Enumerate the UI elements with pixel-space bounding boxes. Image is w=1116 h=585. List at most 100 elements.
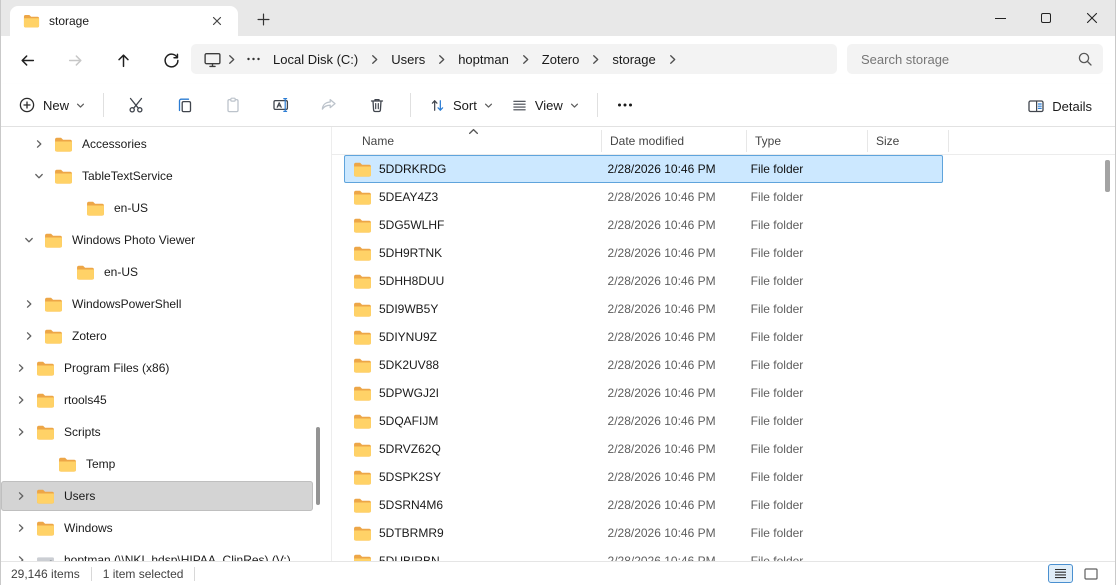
sidebar-item[interactable]: Scripts [1, 417, 313, 447]
chevron-down-icon[interactable] [24, 235, 34, 245]
chevron-right-icon[interactable] [24, 299, 34, 309]
tree-expand-chevron[interactable] [15, 490, 27, 502]
file-list-scrollbar-thumb[interactable] [1105, 160, 1110, 192]
tree-expand-chevron[interactable] [33, 170, 45, 182]
sidebar-item[interactable]: hoptman (\\NKI_hdsp\HIPAA_ClinRes) (V:) [1, 545, 313, 561]
sidebar-item[interactable]: Windows Photo Viewer [1, 225, 313, 255]
tree-expand-chevron[interactable] [15, 394, 27, 406]
back-button[interactable] [3, 44, 51, 76]
search-input[interactable] [861, 51, 1077, 67]
minimize-button[interactable] [977, 0, 1023, 36]
sidebar-item[interactable]: en-US [1, 257, 313, 287]
chevron-right-icon[interactable] [16, 363, 26, 373]
copy-button[interactable] [161, 88, 209, 122]
view-button[interactable]: View [502, 88, 588, 122]
tree-expand-chevron[interactable] [23, 298, 35, 310]
chevron-right-icon[interactable] [16, 427, 26, 437]
up-button[interactable] [99, 44, 147, 76]
breadcrumb-segment[interactable]: Zotero [535, 49, 587, 70]
file-row[interactable]: 5DSPK2SY 2/28/2026 10:46 PM File folder [344, 463, 943, 491]
sidebar-item[interactable]: Program Files (x86) [1, 353, 313, 383]
column-header-size[interactable]: Size [868, 129, 949, 152]
details-view-toggle[interactable] [1048, 564, 1073, 583]
tree-expand-chevron[interactable] [15, 362, 27, 374]
file-name-cell: 5DIYNU9Z [345, 330, 600, 345]
chevron-down-icon[interactable] [34, 171, 44, 181]
sidebar-item[interactable]: Windows [1, 513, 313, 543]
breadcrumb-chevron-icon[interactable] [226, 54, 237, 65]
sidebar-item[interactable]: TableTextService [1, 161, 313, 191]
file-row[interactable]: 5DH9RTNK 2/28/2026 10:46 PM File folder [344, 239, 943, 267]
sidebar-item[interactable]: en-US [1, 193, 313, 223]
tab-close-button[interactable] [206, 10, 228, 32]
chevron-right-icon[interactable] [16, 523, 26, 533]
file-row[interactable]: 5DUBIRBN 2/28/2026 10:46 PM File folder [344, 547, 943, 561]
sidebar-item[interactable]: Temp [1, 449, 313, 479]
chevron-right-icon[interactable] [24, 331, 34, 341]
tree-expand-chevron[interactable] [23, 234, 35, 246]
tree-expand-chevron[interactable] [15, 554, 27, 561]
file-row[interactable]: 5DRVZ62Q 2/28/2026 10:46 PM File folder [344, 435, 943, 463]
file-row[interactable]: 5DEAY4Z3 2/28/2026 10:46 PM File folder [344, 183, 943, 211]
folder-icon [354, 274, 371, 289]
chevron-right-icon[interactable] [16, 491, 26, 501]
file-name-cell: 5DUBIRBN [345, 554, 600, 561]
sidebar-item[interactable]: Zotero [1, 321, 313, 351]
paste-button[interactable] [209, 88, 257, 122]
file-row[interactable]: 5DG5WLHF 2/28/2026 10:46 PM File folder [344, 211, 943, 239]
sort-button[interactable]: Sort [420, 88, 502, 122]
file-row[interactable]: 5DIYNU9Z 2/28/2026 10:46 PM File folder [344, 323, 943, 351]
maximize-button[interactable] [1023, 0, 1069, 36]
breadcrumb-segment[interactable]: Users [384, 49, 432, 70]
tree-expand-chevron[interactable] [15, 426, 27, 438]
breadcrumb-segment[interactable]: Local Disk (C:) [266, 49, 365, 70]
close-window-button[interactable] [1069, 0, 1115, 36]
column-header-date-modified[interactable]: Date modified [602, 129, 747, 152]
breadcrumb-segment[interactable]: hoptman [451, 49, 516, 70]
sidebar-item[interactable]: Accessories [1, 129, 313, 159]
address-bar[interactable]: Local Disk (C:) Users hoptman Zotero storage [191, 44, 837, 74]
new-tab-button[interactable] [249, 7, 277, 31]
sidebar-item[interactable]: Users [1, 481, 313, 511]
more-options-button[interactable] [607, 88, 643, 122]
file-row[interactable]: 5DSRN4M6 2/28/2026 10:46 PM File folder [344, 491, 943, 519]
sidebar-scrollbar-thumb[interactable] [316, 427, 320, 505]
breadcrumb-chevron-icon[interactable] [520, 54, 531, 65]
delete-button[interactable] [353, 88, 401, 122]
refresh-button[interactable] [147, 44, 195, 76]
breadcrumb-chevron-icon[interactable] [667, 54, 678, 65]
icons-view-toggle[interactable] [1078, 564, 1103, 583]
column-header-type[interactable]: Type [747, 129, 868, 152]
tree-expand-chevron[interactable] [23, 330, 35, 342]
chevron-right-icon[interactable] [16, 395, 26, 405]
sidebar-item[interactable]: rtools45 [1, 385, 313, 415]
breadcrumb-segment[interactable]: storage [605, 49, 662, 70]
breadcrumb-chevron-icon[interactable] [436, 54, 447, 65]
file-row[interactable]: 5DQAFIJM 2/28/2026 10:46 PM File folder [344, 407, 943, 435]
chevron-right-icon[interactable] [34, 139, 44, 149]
sort-ascending-icon[interactable] [468, 128, 479, 135]
file-row[interactable]: 5DPWGJ2I 2/28/2026 10:46 PM File folder [344, 379, 943, 407]
file-row[interactable]: 5DDRKRDG 2/28/2026 10:46 PM File folder [344, 155, 943, 183]
tree-expand-chevron[interactable] [15, 522, 27, 534]
this-pc-monitor-icon[interactable] [203, 51, 222, 68]
breadcrumb-chevron-icon[interactable] [590, 54, 601, 65]
tree-expand-chevron[interactable] [33, 138, 45, 150]
file-row[interactable]: 5DK2UV88 2/28/2026 10:46 PM File folder [344, 351, 943, 379]
rename-button[interactable] [257, 88, 305, 122]
breadcrumb-chevron-icon[interactable] [369, 54, 380, 65]
search-box[interactable] [847, 44, 1103, 74]
cut-button[interactable] [113, 88, 161, 122]
new-button[interactable]: New [9, 88, 94, 122]
file-row[interactable]: 5DHH8DUU 2/28/2026 10:46 PM File folder [344, 267, 943, 295]
search-icon[interactable] [1077, 51, 1093, 67]
details-pane-button[interactable]: Details [1018, 89, 1101, 123]
share-button[interactable] [305, 88, 353, 122]
folder-icon [354, 386, 371, 401]
breadcrumb-overflow-button[interactable] [241, 54, 266, 64]
sidebar-item[interactable]: WindowsPowerShell [1, 289, 313, 319]
file-row[interactable]: 5DI9WB5Y 2/28/2026 10:46 PM File folder [344, 295, 943, 323]
tab-storage[interactable]: storage [10, 6, 238, 36]
file-row[interactable]: 5DTBRMR9 2/28/2026 10:46 PM File folder [344, 519, 943, 547]
forward-button[interactable] [51, 44, 99, 76]
